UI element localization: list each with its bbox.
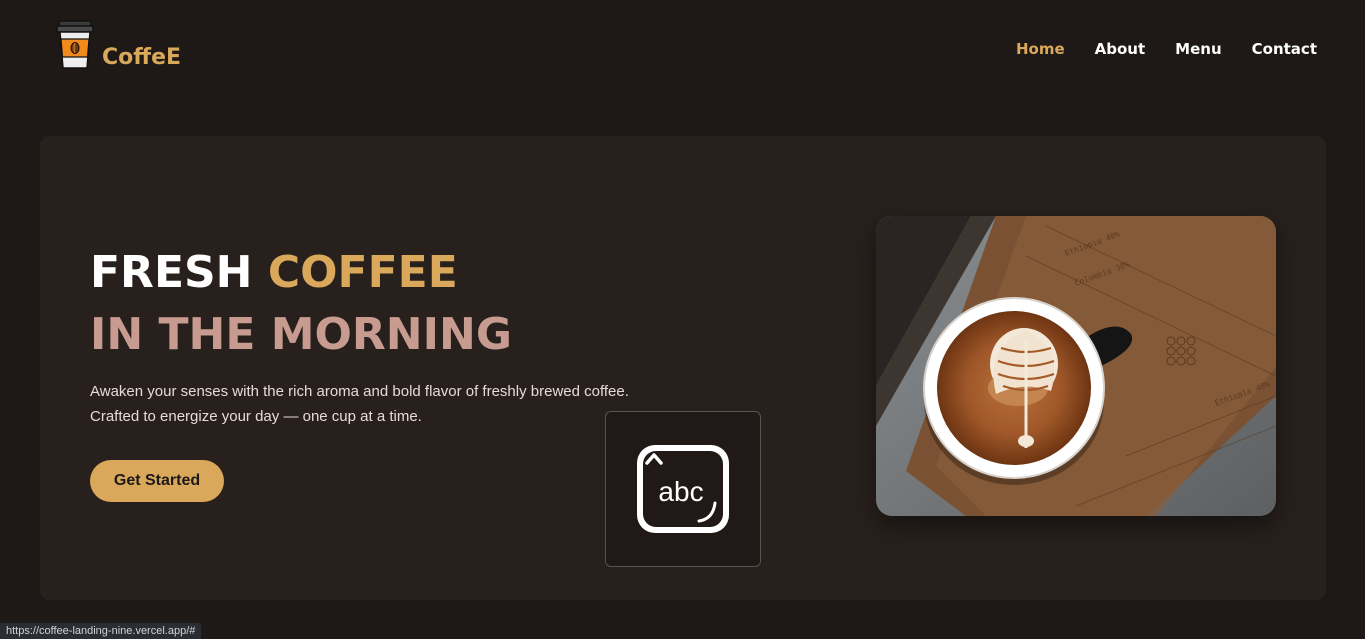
nav-item-menu[interactable]: Menu (1175, 38, 1221, 60)
hero-coffee-image: Ethiopia 40% Colombia 30% Ethiopia 40% (876, 216, 1276, 516)
ime-keyboard-icon: abc (637, 445, 729, 533)
headline-fresh: FRESH (90, 247, 253, 298)
nav-item-contact[interactable]: Contact (1252, 38, 1317, 60)
coffee-cup-icon (56, 20, 94, 69)
get-started-button[interactable]: Get Started (90, 460, 224, 502)
description-line-1: Awaken your senses with the rich aroma a… (90, 383, 629, 400)
hero-description: Awaken your senses with the rich aroma a… (90, 379, 629, 429)
nav-item-home[interactable]: Home (1016, 38, 1065, 60)
brand-name: CoffeE (102, 45, 182, 70)
ime-overlay: abc (605, 411, 761, 567)
hero-headline: FRESH COFFEE IN THE MORNING (90, 242, 512, 366)
description-line-2: Crafted to energize your day — one cup a… (90, 408, 422, 425)
page: CoffeE Home About Menu Contact FRESH COF… (0, 0, 1365, 639)
main-nav: Home About Menu Contact (1016, 38, 1317, 60)
latte-art-image: Ethiopia 40% Colombia 30% Ethiopia 40% (876, 216, 1276, 516)
nav-item-about[interactable]: About (1095, 38, 1146, 60)
browser-status-bar: https://coffee-landing-nine.vercel.app/# (0, 623, 202, 639)
site-header: CoffeE Home About Menu Contact (0, 0, 1365, 100)
brand-logo-link[interactable]: CoffeE (56, 19, 181, 71)
headline-coffee: COFFEE (267, 247, 458, 298)
ime-text: abc (658, 476, 703, 507)
headline-morning: IN THE MORNING (90, 309, 512, 360)
